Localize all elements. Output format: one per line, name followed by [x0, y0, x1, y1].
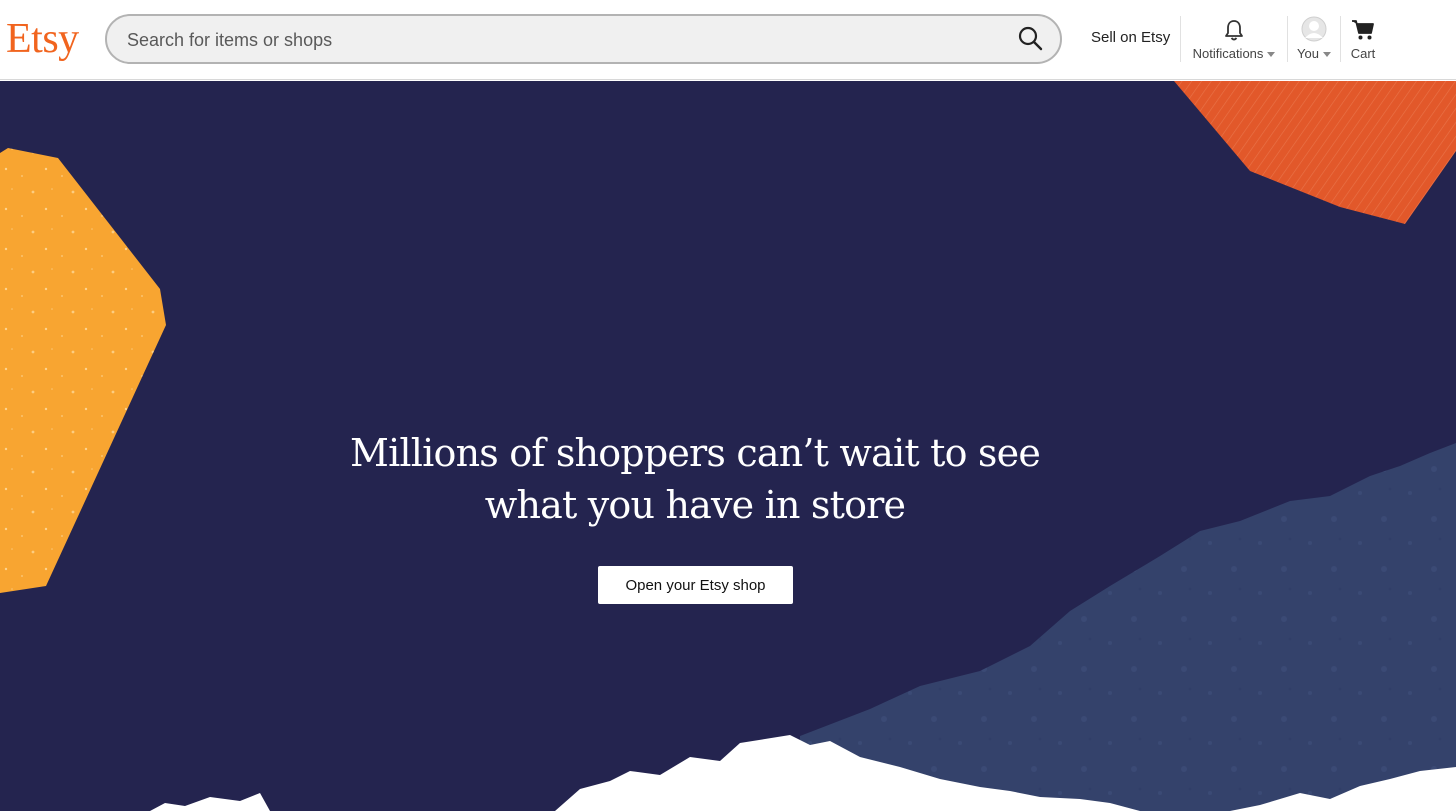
hero-headline: Millions of shoppers can’t wait to see w… — [0, 427, 1390, 531]
etsy-logo[interactable]: Etsy — [6, 14, 79, 64]
hero-banner: Millions of shoppers can’t wait to see w… — [0, 81, 1456, 811]
cart-button[interactable]: Cart — [1346, 16, 1380, 62]
search-bar — [105, 14, 1062, 64]
search-button[interactable] — [1016, 24, 1046, 54]
cart-label: Cart — [1350, 46, 1376, 61]
open-etsy-shop-button[interactable]: Open your Etsy shop — [598, 566, 793, 604]
chevron-down-icon — [1267, 52, 1276, 57]
chevron-down-icon — [1322, 52, 1331, 57]
nav-divider — [1180, 16, 1181, 62]
you-label: You — [1292, 46, 1336, 61]
bell-icon — [1225, 20, 1243, 41]
nav-divider — [1340, 16, 1341, 62]
sell-on-etsy-link[interactable]: Sell on Etsy — [1091, 29, 1170, 46]
nav-divider — [1287, 16, 1288, 62]
cart-icon — [1352, 20, 1374, 40]
headline-line-1: Millions of shoppers can’t wait to see — [349, 431, 1041, 475]
notifications-label: Notifications — [1188, 46, 1280, 61]
notifications-button[interactable]: Notifications — [1188, 16, 1280, 62]
avatar — [1301, 16, 1327, 42]
site-header: Etsy Sell on Etsy Notifications You — [0, 0, 1456, 80]
you-menu-button[interactable]: You — [1292, 16, 1336, 62]
headline-line-2: what you have in store — [484, 483, 906, 527]
search-icon — [1018, 26, 1043, 51]
search-input[interactable] — [125, 16, 989, 64]
